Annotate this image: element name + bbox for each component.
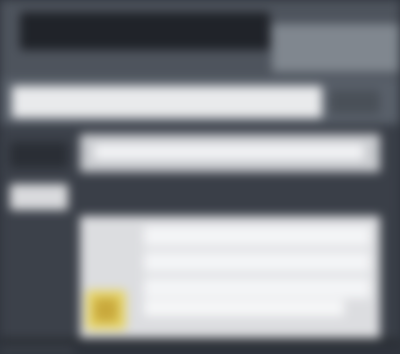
list-item[interactable] bbox=[144, 226, 370, 246]
blurred-screenshot bbox=[0, 0, 400, 354]
folder-icon-detail bbox=[94, 298, 118, 322]
go-button[interactable] bbox=[330, 90, 380, 114]
address-field[interactable] bbox=[12, 86, 322, 118]
list-item[interactable] bbox=[144, 252, 370, 272]
window-title bbox=[20, 12, 270, 50]
sidebar-item-2[interactable] bbox=[10, 184, 68, 210]
title-bar-controls[interactable] bbox=[272, 24, 400, 72]
list-item[interactable] bbox=[144, 278, 370, 298]
content-header-text bbox=[94, 144, 364, 160]
bottom-bar bbox=[0, 338, 400, 346]
status-text bbox=[144, 300, 344, 316]
sidebar-item-1[interactable] bbox=[10, 142, 68, 168]
